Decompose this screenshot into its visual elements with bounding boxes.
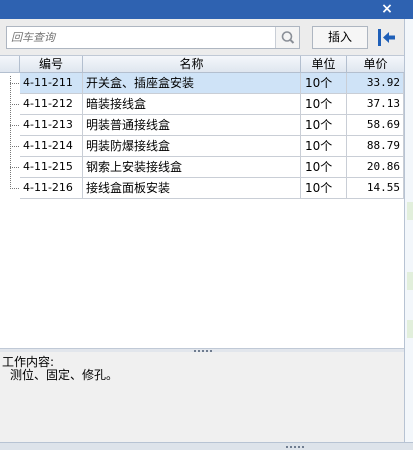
work-content-panel: 工作内容: 测位、固定、修孔。 — [0, 352, 404, 442]
cell-code: 4-11-212 — [20, 94, 83, 115]
tree-branch — [10, 125, 19, 126]
search-icon — [281, 31, 295, 44]
background-marker — [407, 202, 413, 220]
exit-icon — [378, 29, 395, 46]
tree-branch — [10, 83, 19, 84]
table-row[interactable]: 4-11-211 开关盒、插座盒安装 10个 33.92 — [0, 73, 404, 94]
background-marker — [407, 320, 413, 338]
tree-branch — [10, 167, 19, 168]
insert-dialog: × 插入 编号 名称 单位 单价 — [0, 0, 413, 450]
cell-price: 88.79 — [347, 136, 404, 157]
cell-code: 4-11-214 — [20, 136, 83, 157]
cell-price: 37.13 — [347, 94, 404, 115]
cell-unit: 10个 — [301, 157, 347, 178]
cell-name: 明装防爆接线盒 — [83, 136, 301, 157]
toolbar: 插入 — [0, 19, 404, 55]
cell-unit: 10个 — [301, 94, 347, 115]
cell-unit: 10个 — [301, 73, 347, 94]
search-button[interactable] — [275, 27, 299, 48]
table-row[interactable]: 4-11-212 暗装接线盒 10个 37.13 — [0, 94, 404, 115]
cell-price: 14.55 — [347, 178, 404, 199]
exit-button[interactable] — [374, 25, 399, 50]
resize-bar[interactable] — [0, 442, 413, 450]
tree-branch — [10, 188, 19, 189]
cell-code: 4-11-213 — [20, 115, 83, 136]
cell-price: 33.92 — [347, 73, 404, 94]
header-tree-spacer — [0, 56, 20, 73]
table-row[interactable]: 4-11-215 钢索上安装接线盒 10个 20.86 — [0, 157, 404, 178]
table-row[interactable]: 4-11-214 明装防爆接线盒 10个 88.79 — [0, 136, 404, 157]
search-box — [6, 26, 300, 49]
title-bar: × — [0, 0, 413, 19]
cell-price: 20.86 — [347, 157, 404, 178]
cell-unit: 10个 — [301, 136, 347, 157]
column-header-code[interactable]: 编号 — [20, 56, 83, 73]
tree-branch — [10, 104, 19, 105]
cell-name: 开关盒、插座盒安装 — [83, 73, 301, 94]
cell-name: 钢索上安装接线盒 — [83, 157, 301, 178]
column-header-price[interactable]: 单价 — [347, 56, 404, 73]
column-header-name[interactable]: 名称 — [83, 56, 301, 73]
close-icon[interactable]: × — [379, 1, 395, 17]
tree-branch — [10, 146, 19, 147]
cell-code: 4-11-215 — [20, 157, 83, 178]
cell-unit: 10个 — [301, 178, 347, 199]
quota-table: 编号 名称 单位 单价 4-11-211 开关盒、插座盒安装 10个 33.92… — [0, 55, 404, 348]
work-content-text: 测位、固定、修孔。 — [10, 368, 119, 382]
search-input[interactable] — [7, 27, 275, 48]
background-marker — [407, 272, 413, 290]
cell-unit: 10个 — [301, 115, 347, 136]
insert-button[interactable]: 插入 — [312, 26, 368, 49]
column-header-unit[interactable]: 单位 — [301, 56, 347, 73]
cell-name: 暗装接线盒 — [83, 94, 301, 115]
cell-code: 4-11-211 — [20, 73, 83, 94]
table-header: 编号 名称 单位 单价 — [0, 56, 404, 73]
background-window-edge — [404, 19, 413, 450]
table-row[interactable]: 4-11-216 接线盒面板安装 10个 14.55 — [0, 178, 404, 199]
cell-code: 4-11-216 — [20, 178, 83, 199]
cell-name: 明装普通接线盒 — [83, 115, 301, 136]
resize-grip-icon — [286, 446, 304, 448]
cell-name: 接线盒面板安装 — [83, 178, 301, 199]
cell-price: 58.69 — [347, 115, 404, 136]
table-row[interactable]: 4-11-213 明装普通接线盒 10个 58.69 — [0, 115, 404, 136]
